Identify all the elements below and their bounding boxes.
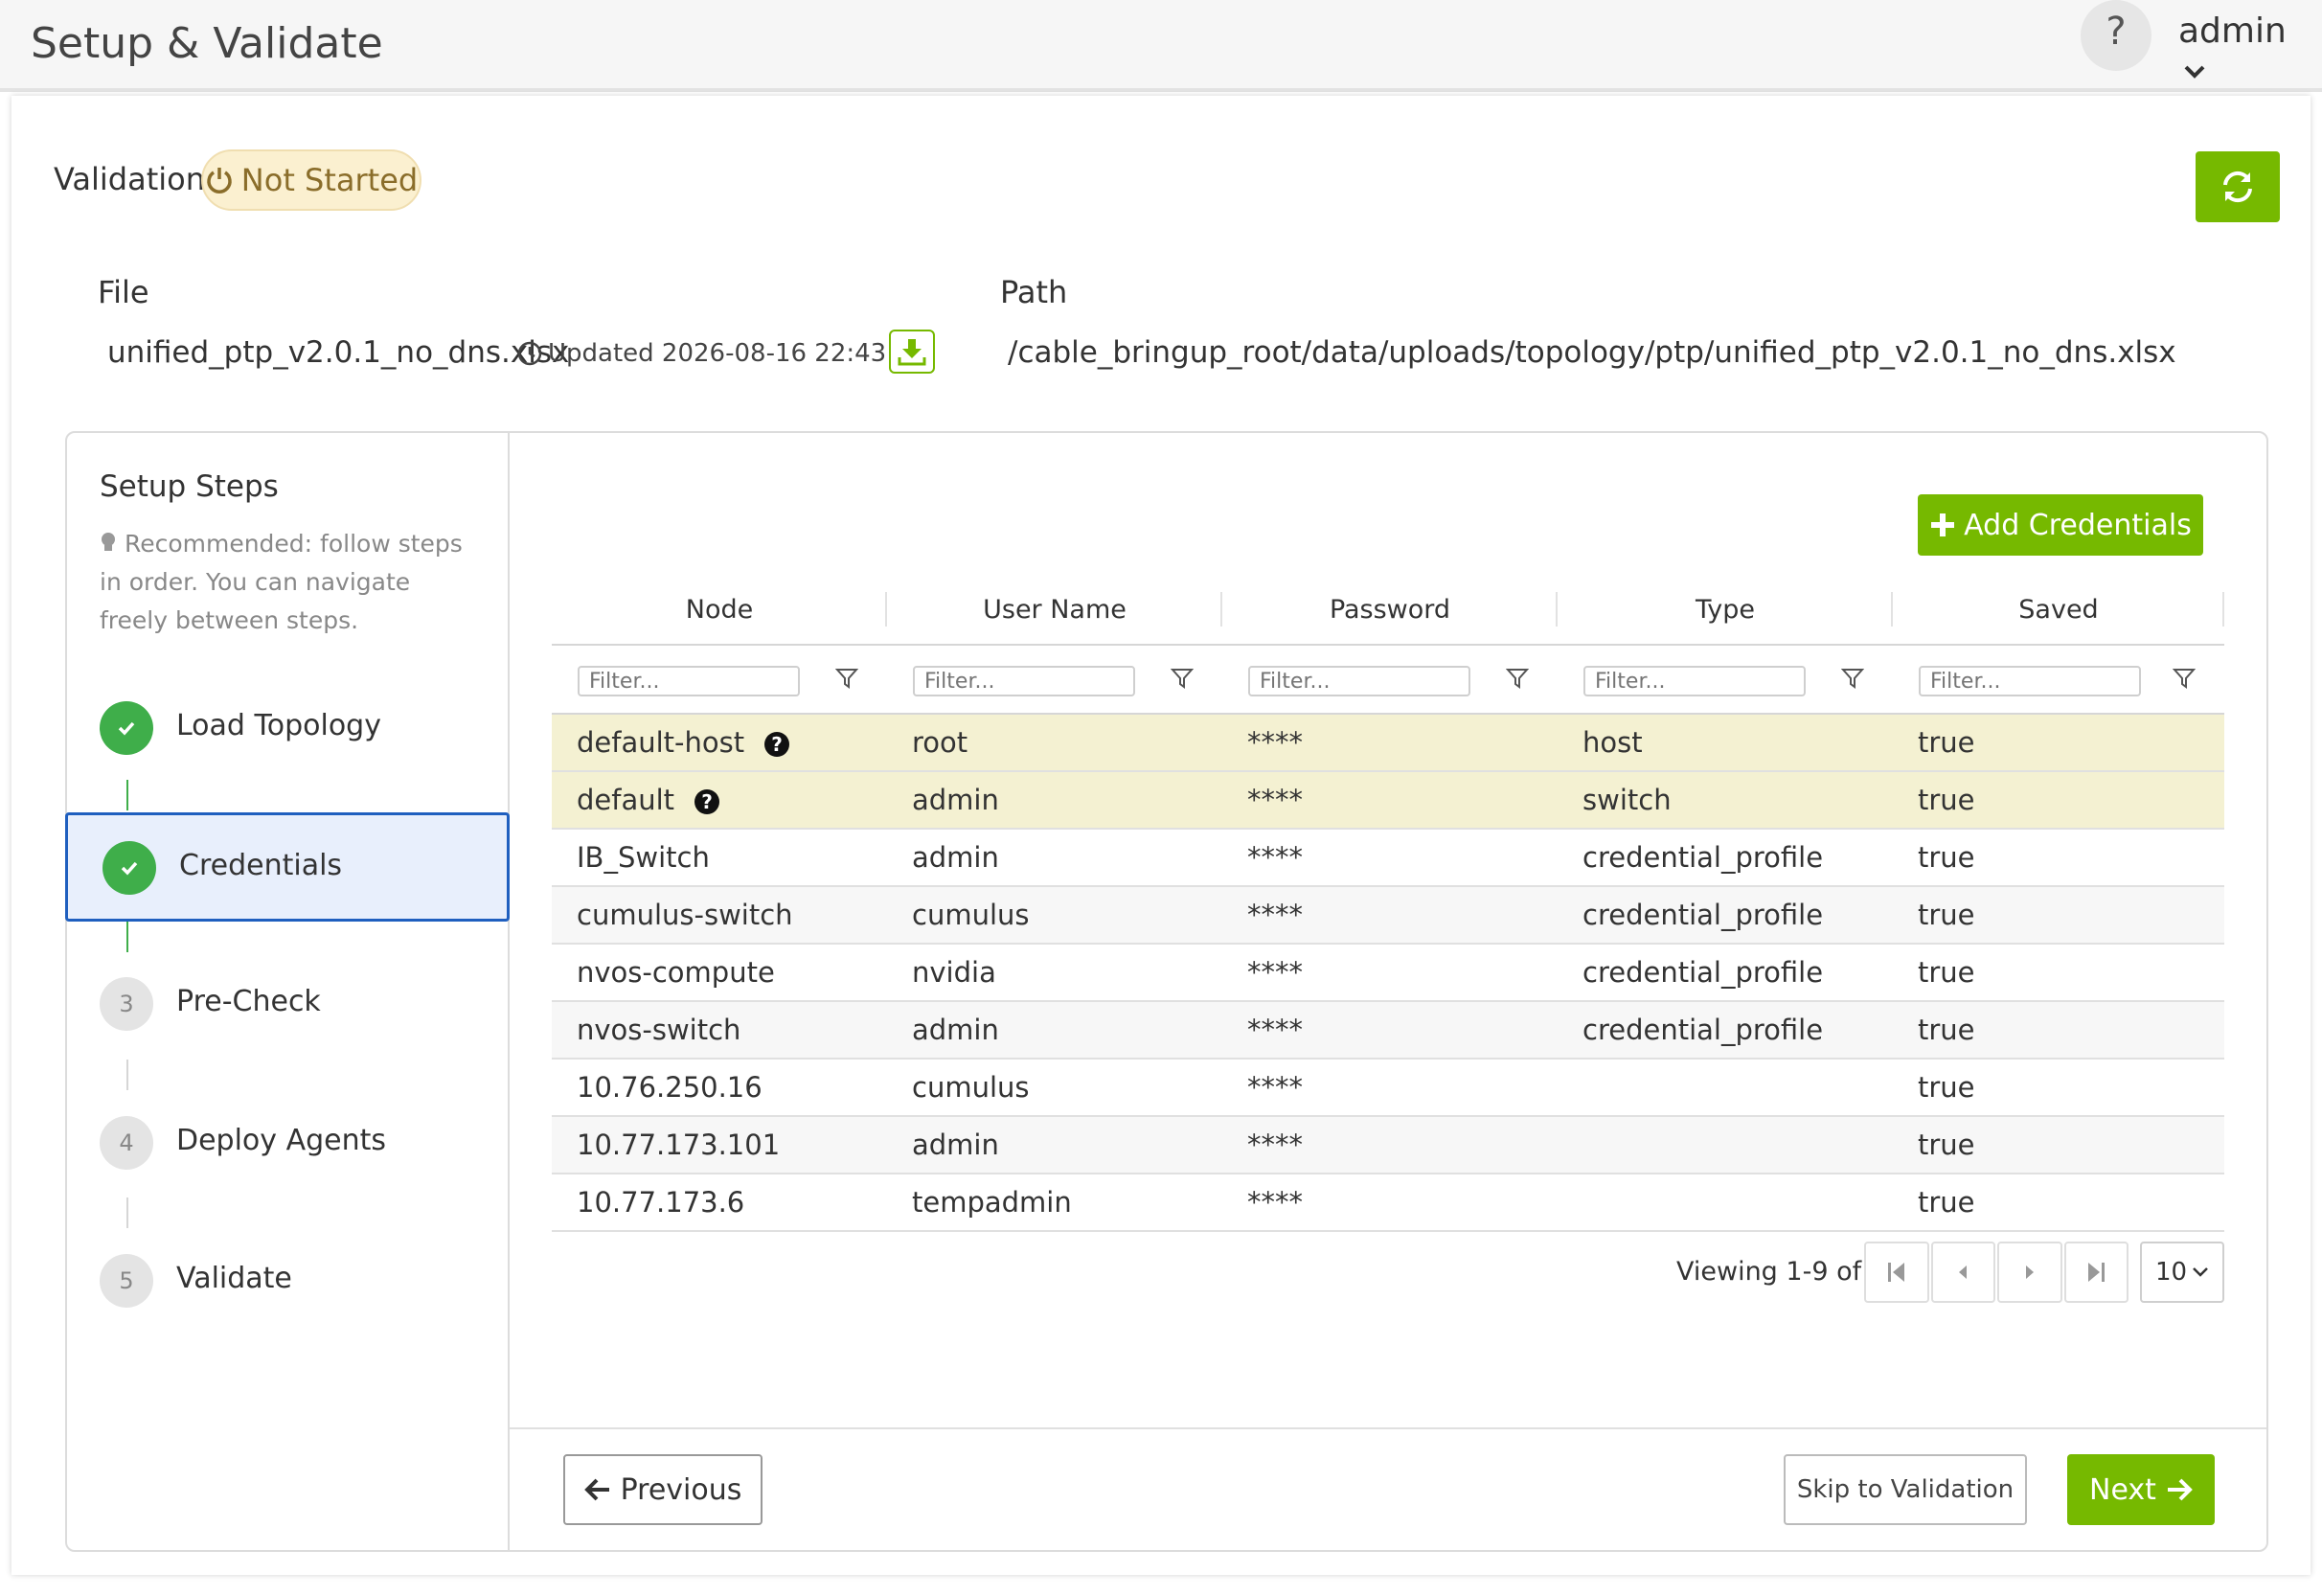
previous-label: Previous: [620, 1472, 742, 1507]
step-number: 5: [100, 1254, 153, 1308]
clock-icon: [517, 341, 542, 366]
lightbulb-icon: [102, 533, 115, 551]
help-button[interactable]: ?: [2081, 0, 2151, 71]
filter-input-password[interactable]: [1248, 666, 1470, 697]
file-path: /cable_bringup_root/data/uploads/topolog…: [1008, 335, 2176, 370]
step-connector: [126, 1197, 128, 1228]
filter-input-user-name[interactable]: [913, 666, 1135, 697]
column-header-user-name[interactable]: User Name: [887, 575, 1222, 645]
step-connector: [126, 780, 128, 810]
arrow-right-icon: [2167, 1478, 2193, 1501]
file-label: File: [98, 274, 149, 310]
table-row[interactable]: nvos-compute nvidia **** credential_prof…: [552, 944, 2224, 1002]
download-button[interactable]: [889, 330, 935, 374]
table-row[interactable]: default? admin **** switch true: [552, 771, 2224, 830]
pagination-summary: Viewing 1-9 of 9: [1676, 1257, 1886, 1287]
filter-icon[interactable]: [835, 667, 858, 690]
filter-icon[interactable]: [1171, 667, 1194, 690]
column-header-password[interactable]: Password: [1222, 575, 1558, 645]
credentials-table: Node User Name Password Type Saved defau…: [552, 575, 2224, 1232]
next-page-button[interactable]: [1997, 1242, 2062, 1303]
page-title: Setup & Validate: [31, 19, 383, 68]
caret-left-icon: [1959, 1265, 1968, 1279]
steps-note: Recommended: follow steps in order. You …: [100, 530, 463, 634]
steps-title: Setup Steps: [100, 469, 279, 504]
page-size-select[interactable]: 10: [2140, 1242, 2224, 1303]
filter-icon[interactable]: [1506, 667, 1529, 690]
refresh-button[interactable]: [2196, 151, 2280, 222]
help-circle-icon[interactable]: ?: [694, 788, 720, 815]
step-check-icon: [100, 701, 153, 755]
filter-row: [552, 645, 2224, 714]
step-check-icon: [102, 841, 156, 895]
table-row[interactable]: IB_Switch admin **** credential_profile …: [552, 829, 2224, 887]
step-label: Pre-Check: [176, 985, 321, 1018]
column-header-node[interactable]: Node: [552, 575, 887, 645]
table-row[interactable]: default-host? root **** host true: [552, 714, 2224, 772]
table-row[interactable]: 10.77.173.101 admin **** true: [552, 1116, 2224, 1174]
column-header-saved[interactable]: Saved: [1893, 575, 2224, 645]
step-pre-check[interactable]: 3 Pre-Check: [65, 950, 510, 1058]
step-connector: [126, 922, 128, 952]
step-deploy-agents[interactable]: 4 Deploy Agents: [65, 1089, 510, 1197]
validation-label: Validation: [54, 161, 206, 197]
previous-button[interactable]: Previous: [563, 1454, 763, 1525]
plus-icon: [1931, 513, 1955, 536]
chevron-down-icon: [2193, 1267, 2208, 1277]
first-page-icon: [1887, 1263, 1904, 1282]
step-validate[interactable]: 5 Validate: [65, 1227, 510, 1334]
table-row[interactable]: cumulus-switch cumulus **** credential_p…: [552, 886, 2224, 945]
download-icon: [898, 339, 926, 366]
step-credentials[interactable]: Credentials: [65, 812, 510, 922]
step-label: Load Topology: [176, 709, 381, 742]
filter-icon[interactable]: [2173, 667, 2196, 690]
last-page-button[interactable]: [2063, 1242, 2128, 1303]
file-name: unified_ptp_v2.0.1_no_dns.xlsx: [107, 335, 570, 370]
table-row[interactable]: 10.76.250.16 cumulus **** true: [552, 1059, 2224, 1117]
help-circle-icon[interactable]: ?: [763, 731, 790, 758]
user-menu[interactable]: admin: [2178, 11, 2322, 90]
table-row[interactable]: nvos-switch admin **** credential_profil…: [552, 1001, 2224, 1060]
filter-input-type[interactable]: [1583, 666, 1806, 697]
footer-divider: [510, 1427, 2266, 1429]
add-credentials-label: Add Credentials: [1964, 508, 2192, 542]
chevron-down-icon: [2184, 65, 2205, 79]
step-load-topology[interactable]: Load Topology: [65, 674, 510, 782]
file-updated: Updated 2026-08-16 22:43:41: [517, 339, 926, 368]
next-button[interactable]: Next: [2067, 1454, 2215, 1525]
status-text: Not Started: [240, 162, 419, 198]
updated-text: Updated 2026-08-16 22:43:41: [548, 339, 927, 368]
svg-text:?: ?: [771, 733, 783, 756]
arrow-left-icon: [583, 1478, 609, 1501]
path-label: Path: [1000, 274, 1068, 310]
previous-page-button[interactable]: [1930, 1242, 1995, 1303]
pagination: [1864, 1242, 2128, 1303]
skip-to-validation-button[interactable]: Skip to Validation: [1784, 1454, 2027, 1525]
top-bar: Setup & Validate ? admin: [0, 0, 2322, 92]
next-label: Next: [2089, 1472, 2156, 1507]
step-label: Validate: [176, 1262, 292, 1295]
step-connector: [126, 1060, 128, 1090]
filter-input-node[interactable]: [578, 666, 800, 697]
page-size-value: 10: [2155, 1258, 2188, 1287]
step-number: 4: [100, 1116, 153, 1170]
first-page-button[interactable]: [1864, 1242, 1929, 1303]
refresh-icon: [2223, 171, 2252, 203]
filter-input-saved[interactable]: [1919, 666, 2141, 697]
table-header-row: Node User Name Password Type Saved: [552, 575, 2224, 645]
step-number: 3: [100, 977, 153, 1031]
last-page-icon: [2088, 1263, 2106, 1282]
filter-icon[interactable]: [1841, 667, 1864, 690]
status-badge: Not Started: [201, 149, 421, 211]
svg-text:?: ?: [701, 790, 713, 813]
column-header-type[interactable]: Type: [1558, 575, 1893, 645]
step-label: Credentials: [179, 849, 343, 882]
add-credentials-button[interactable]: Add Credentials: [1918, 494, 2203, 556]
table-row[interactable]: 10.77.173.6 tempadmin **** true: [552, 1174, 2224, 1232]
power-icon: [207, 168, 232, 194]
user-menu-label: admin: [2178, 11, 2287, 51]
caret-right-icon: [2025, 1265, 2034, 1279]
step-label: Deploy Agents: [176, 1124, 387, 1157]
